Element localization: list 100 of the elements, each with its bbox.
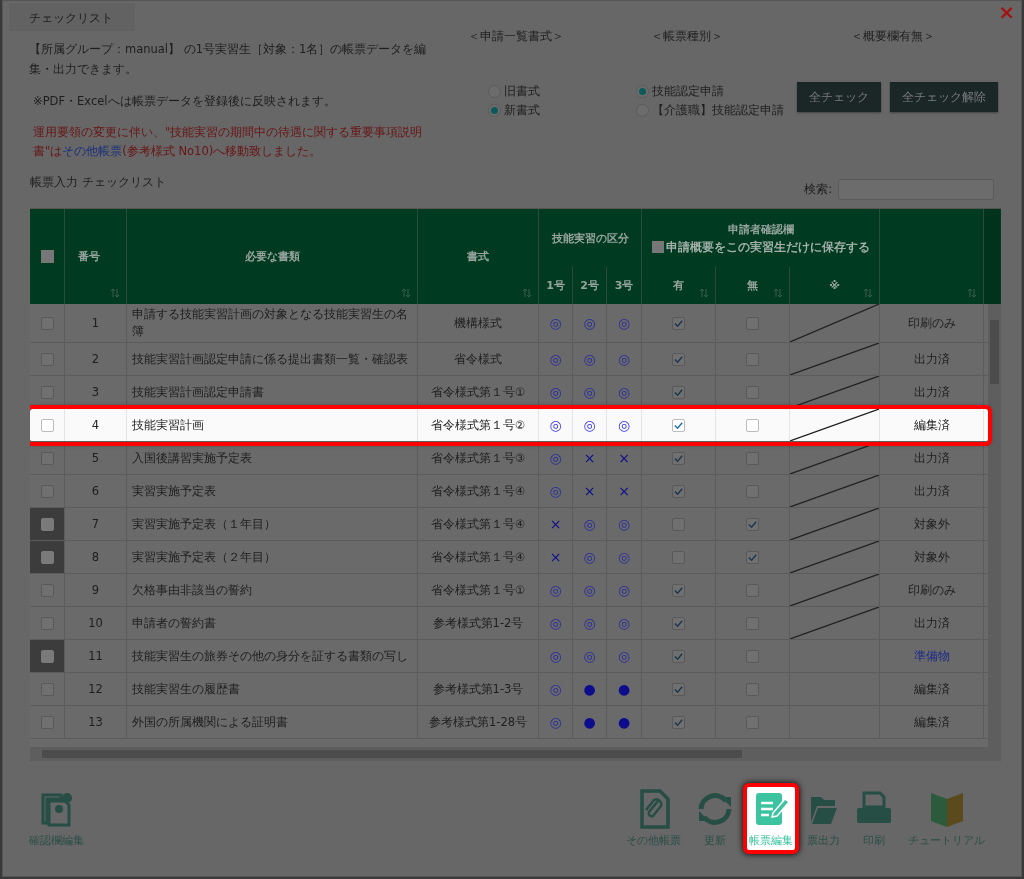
radio-option[interactable]: 【介護職】技能認定申請 (636, 103, 784, 118)
class-mark: ● (583, 682, 596, 696)
section-title: 帳票入力 チェックリスト (30, 175, 166, 190)
document-name: 技能実習計画 (132, 416, 204, 434)
format-name: 省令様式第１号④ (430, 549, 526, 565)
info-text: 【所属グループ：manual】 の1号実習生［対象：1名］の帳票データを編集・出力できます。 (29, 41, 428, 78)
yes-checkbox[interactable] (672, 583, 685, 597)
radio-option[interactable]: 技能認定申請 (636, 84, 724, 99)
format-name: 省令様式第１号① (430, 384, 526, 400)
format-name: 省令様式第１号② (430, 417, 526, 433)
yes-checkbox[interactable] (672, 385, 685, 399)
row-number: 2 (91, 352, 100, 366)
setting-heading: ＜帳票種別＞ (650, 29, 723, 44)
class-mark: × (549, 517, 562, 531)
column-header[interactable]: 書式 (467, 249, 489, 264)
yes-checkbox[interactable] (672, 484, 685, 498)
document-name: 入国後講習実施予定表 (132, 449, 252, 467)
check-all-button[interactable]: 全チェック (797, 82, 881, 112)
class-mark: ◎ (583, 316, 596, 330)
yes-checkbox[interactable] (672, 352, 685, 366)
column-header[interactable] (984, 209, 1000, 304)
horizontal-scrollbar[interactable] (30, 747, 1001, 761)
row-number: 6 (91, 484, 100, 498)
other-forms-link[interactable]: その他帳票 (62, 144, 123, 158)
class-mark: ● (617, 715, 631, 729)
document-name: 技能実習計画認定申請書 (132, 383, 264, 401)
yes-checkbox[interactable] (672, 418, 685, 432)
save-option-checkbox[interactable]: 申請概要をこの実習生だけに保存する (651, 239, 870, 255)
document-name: 技能実習生の旅券その他の身分を証する書類の写し (132, 647, 408, 665)
row-number: 1 (91, 316, 100, 330)
status-text: 出力済 (913, 615, 950, 631)
table-row[interactable]: 13 外国の所属機関による証明書 参考様式第1-28号 ◎ ● ● 編集済 (30, 706, 988, 739)
column-header[interactable]: 必要な書類 (244, 249, 300, 264)
document-name: 実習実施予定表 (132, 482, 216, 500)
yes-checkbox[interactable] (672, 316, 685, 330)
document-name: 欠格事由非該当の誓約 (132, 581, 252, 599)
document-name: 技能実習生の履歴書 (132, 680, 240, 698)
column-header[interactable]: 2号 (580, 278, 599, 293)
class-mark: ◎ (583, 649, 596, 663)
toolbar-button[interactable]: 帳票編集 (743, 783, 799, 854)
row-number: 8 (91, 550, 100, 564)
column-header[interactable]: ※ (829, 279, 840, 292)
status-text: 出力済 (913, 384, 950, 400)
row-number: 7 (91, 517, 100, 531)
no-checkbox[interactable] (746, 418, 759, 432)
radio-option[interactable]: 新書式 (488, 103, 540, 118)
row-number: 13 (88, 715, 103, 729)
yes-checkbox[interactable] (672, 451, 685, 465)
status-text: 出力済 (913, 483, 950, 499)
class-mark: ◎ (549, 316, 562, 330)
sort-icon[interactable] (110, 288, 120, 298)
class-mark: ◎ (549, 418, 562, 432)
status-text: 編集済 (913, 681, 950, 697)
sort-icon[interactable] (863, 288, 873, 298)
table-row[interactable]: 6 実習実施予定表 省令様式第１号④ ◎ × × 出力済 (30, 475, 988, 508)
column-header[interactable]: 無 (747, 278, 758, 293)
column-header[interactable]: 1号 (546, 278, 565, 293)
column-header[interactable]: 番号 (77, 249, 100, 264)
column-group-header: 申請者確認欄 (727, 221, 794, 237)
table-row[interactable]: 9 欠格事由非該当の誓約 省令様式第１号① ◎ ◎ ◎ 印刷のみ (30, 574, 988, 607)
sort-icon[interactable] (699, 288, 709, 298)
row-number: 10 (88, 616, 103, 630)
check-all-button[interactable]: 全チェック解除 (890, 82, 998, 112)
column-header[interactable]: 有 (673, 278, 684, 293)
yes-checkbox[interactable] (672, 682, 685, 696)
class-mark: × (618, 451, 630, 465)
table-row[interactable]: 1 申請する技能実習計画の対象となる技能実習生の名簿 機構様式 ◎ ◎ ◎ 印刷のみ (30, 304, 988, 343)
row-checkbox[interactable] (40, 418, 54, 432)
class-mark: ◎ (583, 418, 596, 432)
format-name: 参考様式第1-3号 (432, 681, 524, 697)
class-mark: ◎ (549, 385, 562, 399)
format-name: 機構様式 (454, 315, 502, 331)
class-mark: ◎ (617, 649, 631, 663)
class-mark: ◎ (617, 583, 631, 597)
table-row[interactable]: 2 技能実習計画認定申請に係る提出書類一覧・確認表 省令様式 ◎ ◎ ◎ 出力済 (30, 343, 988, 376)
document-name: 実習実施予定表（１年目） (132, 515, 276, 533)
sort-icon[interactable] (401, 288, 411, 298)
class-mark: × (583, 451, 596, 465)
row-number: 5 (91, 451, 100, 465)
sort-icon[interactable] (967, 288, 977, 298)
table-row[interactable]: 12 技能実習生の履歴書 参考様式第1-3号 ◎ ● ● 編集済 (30, 673, 988, 706)
sort-icon[interactable] (773, 288, 783, 298)
row-number: 4 (91, 418, 100, 432)
class-mark: ◎ (617, 517, 631, 531)
column-header[interactable]: 3号 (614, 278, 634, 293)
info-text: ※PDF・Excelへは帳票データを登録後に反映されます。 (32, 93, 337, 110)
yes-checkbox[interactable] (672, 715, 685, 729)
class-mark: × (549, 550, 562, 564)
class-mark: ◎ (617, 616, 631, 630)
class-mark: ◎ (549, 682, 562, 696)
class-mark: ◎ (617, 385, 631, 399)
select-all-checkbox[interactable] (40, 250, 54, 263)
vertical-scrollbar[interactable] (988, 304, 1001, 747)
table-row[interactable]: 10 申請者の誓約書 参考様式第1-2号 ◎ ◎ ◎ 出力済 (30, 607, 988, 640)
yes-checkbox[interactable] (672, 616, 685, 630)
format-name: 参考様式第1-2号 (432, 615, 524, 631)
format-name: 参考様式第1-28号 (428, 714, 528, 730)
class-mark: ◎ (583, 616, 596, 630)
radio-option[interactable]: 旧書式 (488, 84, 540, 99)
sort-icon[interactable] (522, 288, 532, 298)
